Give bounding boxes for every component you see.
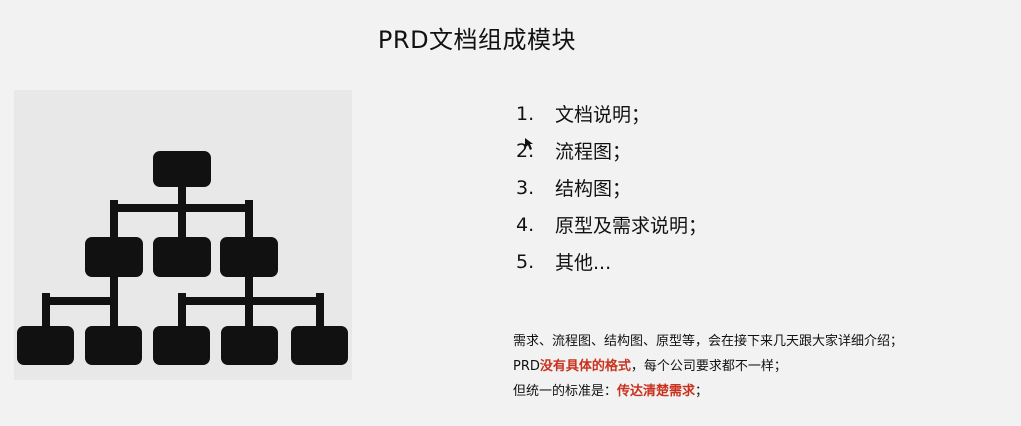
note-line-1: 需求、流程图、结构图、原型等，会在接下来几天跟大家详细介绍； bbox=[513, 334, 904, 349]
outline-item-2: 2. 流程图； bbox=[516, 132, 936, 169]
outline-text: 其他... bbox=[555, 252, 612, 274]
note-prd-prefix: PRD bbox=[513, 359, 540, 374]
org-node-level3-3 bbox=[153, 326, 210, 365]
diagram-panel bbox=[14, 90, 352, 380]
outline-text: 原型及需求说明； bbox=[555, 215, 708, 237]
org-node-level3-4 bbox=[221, 326, 278, 365]
notes-block: 需求、流程图、结构图、原型等，会在接下来几天跟大家详细介绍； PRD没有具体的格… bbox=[513, 329, 993, 404]
organization-chart-icon bbox=[17, 151, 348, 365]
note-company-text: ，每个公司要求都不一样； bbox=[630, 359, 787, 374]
org-node-level3-5 bbox=[291, 326, 348, 365]
outline-number: 4. bbox=[516, 213, 535, 236]
note-line-2: PRD没有具体的格式，每个公司要求都不一样； bbox=[513, 354, 993, 379]
org-chart-nodes bbox=[17, 151, 348, 365]
slide-title: PRD文档组成模块 bbox=[377, 26, 577, 54]
note-requirement-highlight: 传达清楚需求 bbox=[617, 384, 696, 399]
outline-number: 3. bbox=[516, 176, 535, 199]
note-ending: ； bbox=[695, 384, 709, 399]
org-node-level3-1 bbox=[17, 326, 74, 365]
outline-text: 流程图； bbox=[555, 141, 632, 163]
note-standard-prefix: 但统一的标准是： bbox=[513, 384, 618, 399]
outline-item-3: 3. 结构图； bbox=[516, 169, 936, 206]
outline-text: 结构图； bbox=[555, 178, 632, 200]
outline-text: 文档说明； bbox=[555, 104, 651, 126]
outline-number: 2. bbox=[516, 139, 535, 162]
note-line-3: 但统一的标准是：传达清楚需求； bbox=[513, 379, 993, 404]
org-node-level2-left bbox=[85, 237, 143, 277]
outline-number: 1. bbox=[516, 102, 535, 125]
org-node-root bbox=[153, 151, 211, 187]
outline-item-4: 4. 原型及需求说明； bbox=[516, 206, 936, 243]
org-node-level2-right bbox=[220, 237, 278, 277]
mouse-pointer-icon bbox=[525, 138, 533, 150]
outline-number: 5. bbox=[516, 250, 535, 273]
org-node-level3-2 bbox=[85, 326, 142, 365]
outline-item-5: 5. 其他... bbox=[516, 243, 936, 280]
slide: PRD文档组成模块 1. 文档说明； 2. 流程图； 3. 结构图； 4. 原型… bbox=[0, 0, 1021, 426]
org-node-level2-middle bbox=[153, 237, 211, 277]
outline-item-1: 1. 文档说明； bbox=[516, 95, 936, 132]
outline-list: 1. 文档说明； 2. 流程图； 3. 结构图； 4. 原型及需求说明； 5. … bbox=[516, 95, 936, 280]
note-format-highlight: 没有具体的格式 bbox=[539, 359, 631, 374]
